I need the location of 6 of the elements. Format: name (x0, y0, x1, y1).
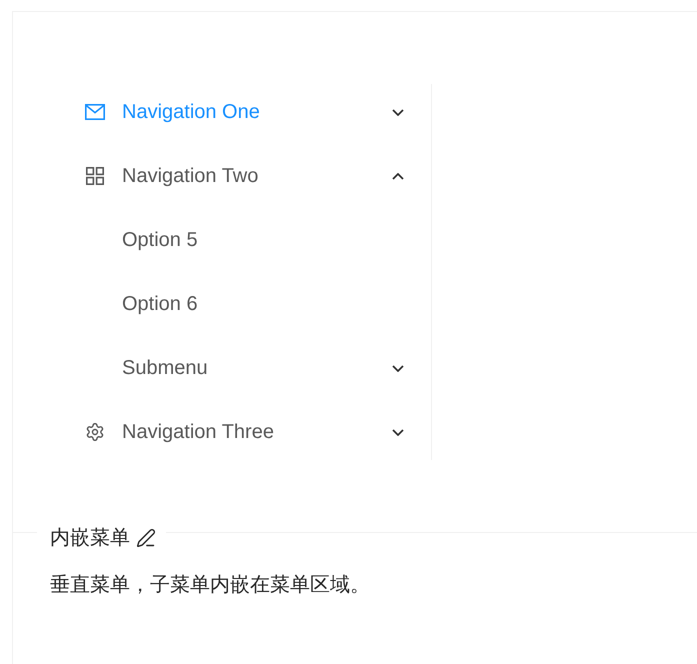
gear-icon (85, 422, 105, 442)
section-title: 内嵌菜单 (50, 526, 130, 551)
section-description: 垂直菜单，子菜单内嵌在菜单区域。 (50, 573, 371, 598)
grid-icon (86, 167, 104, 185)
edit-icon[interactable] (136, 528, 156, 548)
envelope-icon (85, 104, 105, 120)
